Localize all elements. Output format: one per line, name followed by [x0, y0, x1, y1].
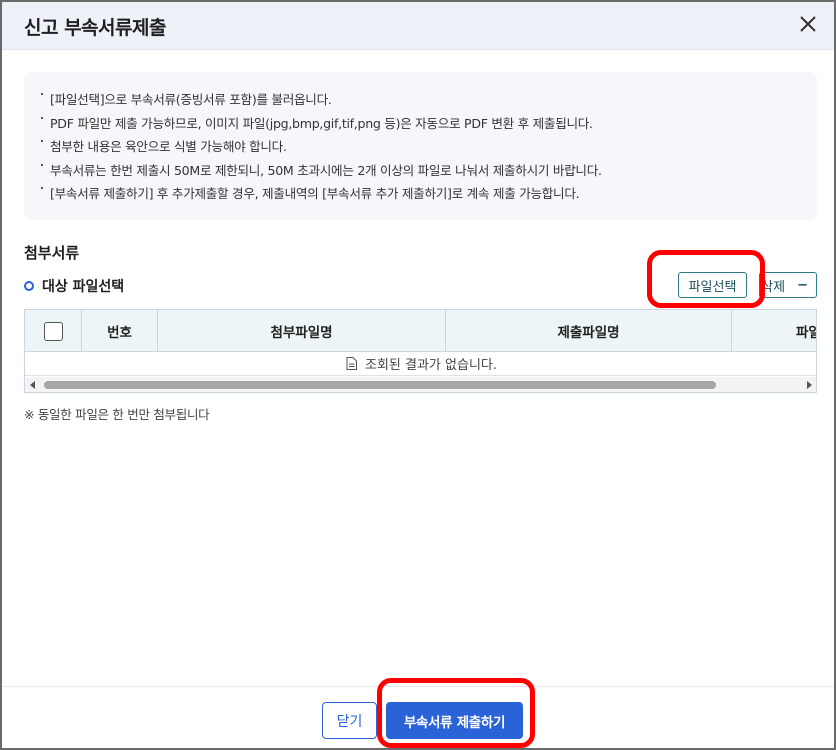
file-select-button[interactable]: 파일선택 — [678, 272, 747, 298]
delete-button[interactable]: 삭제 − — [759, 272, 817, 298]
column-header: 제출파일명 — [446, 310, 732, 352]
document-icon — [346, 357, 357, 370]
delete-label: 삭제 — [761, 279, 786, 295]
submit-documents-button[interactable]: 부속서류 제출하기 — [386, 702, 523, 739]
notice-item: [부속서류 제출하기] 후 추가제출할 경우, 제출내역의 [부속서류 추가 제… — [40, 182, 817, 206]
notice-item: 첨부한 내용은 육안으로 식별 가능해야 합니다. — [40, 135, 817, 159]
column-header: 번호 — [82, 310, 158, 352]
close-icon[interactable] — [796, 12, 820, 36]
close-button[interactable]: 닫기 — [322, 702, 377, 739]
submit-documents-dialog: 신고 부속서류제출 [파일선택]으로 부속서류(증빙서류 포함)를 불러옵니다.… — [0, 0, 836, 750]
empty-message: 조회된 결과가 없습니다. — [365, 358, 497, 373]
sub-title: 대상 파일선택 — [24, 276, 124, 296]
attachments-table: 번호 첨부파일명 제출파일명 파일 조회된 결과가 없습니다. — [24, 309, 817, 393]
scroll-left-icon[interactable] — [25, 377, 40, 392]
notice-item: [파일선택]으로 부속서류(증빙서류 포함)를 불러옵니다. — [40, 88, 817, 112]
sub-title-label: 대상 파일선택 — [42, 279, 125, 295]
notice-box: [파일선택]으로 부속서류(증빙서류 포함)를 불러옵니다. PDF 파일만 제… — [24, 72, 817, 220]
section-title: 첨부서류 — [24, 244, 80, 262]
notice-item: 부속서류는 한번 제출시 50M로 제한되니, 50M 초과시에는 2개 이상의… — [40, 159, 817, 183]
dialog-title: 신고 부속서류제출 — [24, 17, 166, 39]
column-header: 파일 — [796, 325, 816, 341]
minus-icon: − — [797, 277, 808, 293]
scroll-thumb[interactable] — [44, 381, 716, 389]
empty-row: 조회된 결과가 없습니다. — [25, 352, 816, 376]
horizontal-scrollbar[interactable] — [25, 377, 816, 392]
select-all-checkbox[interactable] — [43, 321, 63, 341]
scroll-right-icon[interactable] — [801, 377, 816, 392]
column-header: 첨부파일명 — [158, 310, 446, 352]
header-checkbox-cell — [25, 310, 82, 352]
notice-item: PDF 파일만 제출 가능하므로, 이미지 파일(jpg,bmp,gif,tif… — [40, 112, 817, 136]
dialog-header: 신고 부속서류제출 — [2, 2, 834, 50]
footnote: ※ 동일한 파일은 한 번만 첨부됩니다 — [24, 407, 210, 422]
table-header: 번호 첨부파일명 제출파일명 파일 — [25, 310, 816, 352]
bullet-ring-icon — [24, 281, 34, 291]
